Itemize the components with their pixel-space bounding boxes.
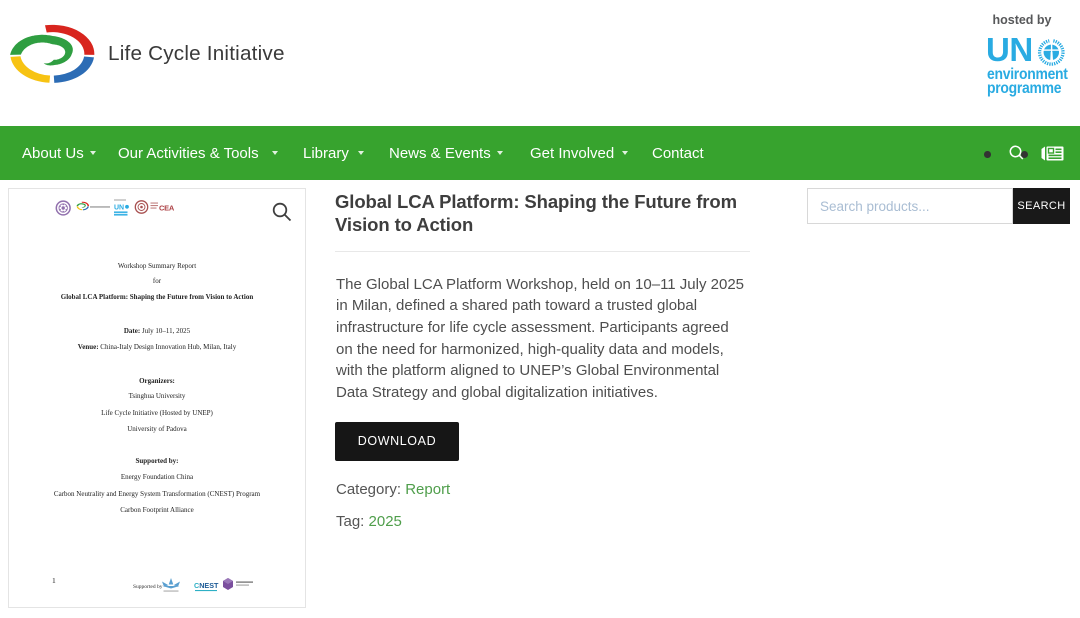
svg-text:CEA: CEA [159, 204, 175, 213]
svg-text:UN: UN [114, 205, 124, 212]
svg-text:CNEST: CNEST [194, 581, 219, 590]
